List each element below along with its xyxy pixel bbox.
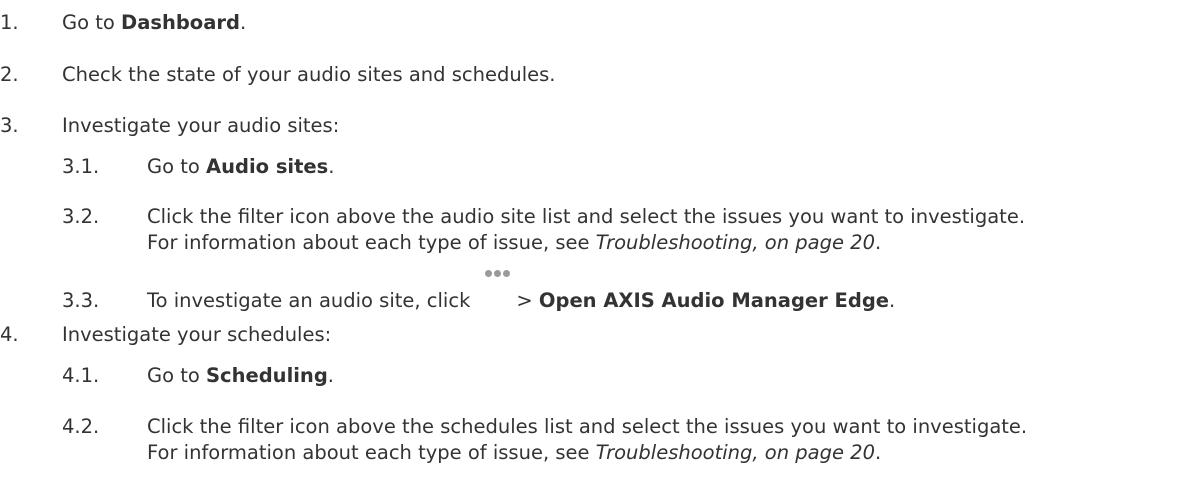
step-number: 4.2.: [62, 415, 100, 438]
step-text-post: .: [328, 155, 335, 178]
ui-term-open-axis-audio-manager-edge: Open AXIS Audio Manager Edge: [538, 289, 890, 312]
step-number: 1.: [0, 11, 19, 34]
step-number: 2.: [0, 63, 19, 86]
step-text-post: .: [889, 289, 896, 312]
step-text-post: .: [874, 441, 882, 464]
step-number: 4.1.: [62, 364, 100, 387]
step-3-1: 3.1. Go to Audio sites.: [62, 155, 334, 179]
step-text-pre: For information about each type of issue…: [147, 441, 596, 464]
step-text: Go to Dashboard.: [62, 11, 246, 35]
ui-term-audio-sites: Audio sites: [206, 155, 329, 178]
step-text-pre: Go to: [147, 155, 207, 178]
step-number: 3.: [0, 114, 19, 137]
step-text: To investigate an audio site, click > Ope…: [147, 270, 896, 313]
menu-arrow: >: [516, 289, 539, 312]
instructions-document: 1. Go to Dashboard. 2. Check the state o…: [0, 0, 1179, 493]
step-text: Investigate your audio sites:: [62, 114, 340, 137]
step-number: 3.2.: [62, 205, 100, 228]
step-3-2: 3.2. Click the filter icon above the aud…: [62, 205, 1025, 229]
step-3: 3. Investigate your audio sites:: [0, 114, 339, 138]
step-text: Investigate your schedules:: [62, 323, 332, 346]
step-text: Go to Audio sites.: [147, 155, 334, 179]
step-3-2-line-2: For information about each type of issue…: [147, 231, 881, 255]
step-text-post: .: [239, 11, 247, 34]
step-text-line-1: Click the filter icon above the audio si…: [147, 205, 1026, 228]
step-text-line-1: Click the filter icon above the schedule…: [147, 415, 1028, 438]
ui-term-dashboard: Dashboard: [121, 11, 240, 34]
step-text-post: .: [874, 231, 882, 254]
step-number: 3.3.: [62, 289, 100, 312]
step-4-1: 4.1. Go to Scheduling.: [62, 364, 334, 388]
step-1: 1. Go to Dashboard.: [0, 11, 246, 35]
troubleshooting-reference-link[interactable]: Troubleshooting, on page 20: [596, 441, 875, 464]
step-4-2: 4.2. Click the filter icon above the sch…: [62, 415, 1027, 439]
step-4-2-line-2: For information about each type of issue…: [147, 441, 881, 465]
step-text-pre: To investigate an audio site, click: [147, 289, 471, 312]
step-3-3: 3.3. To investigate an audio site, click…: [62, 270, 896, 313]
step-text-post: .: [327, 364, 334, 387]
step-text-pre: Go to: [147, 364, 207, 387]
ui-term-scheduling: Scheduling: [206, 364, 328, 387]
step-number: 4.: [0, 323, 19, 346]
more-dots-icon: [472, 270, 511, 307]
troubleshooting-reference-link[interactable]: Troubleshooting, on page 20: [596, 231, 875, 254]
step-text-pre: For information about each type of issue…: [147, 231, 596, 254]
step-text: Go to Scheduling.: [147, 364, 334, 388]
step-text-pre: Go to: [62, 11, 122, 34]
step-number: 3.1.: [62, 155, 100, 178]
step-2: 2. Check the state of your audio sites a…: [0, 63, 555, 87]
step-4: 4. Investigate your schedules:: [0, 323, 331, 347]
step-text: Check the state of your audio sites and …: [62, 63, 556, 86]
